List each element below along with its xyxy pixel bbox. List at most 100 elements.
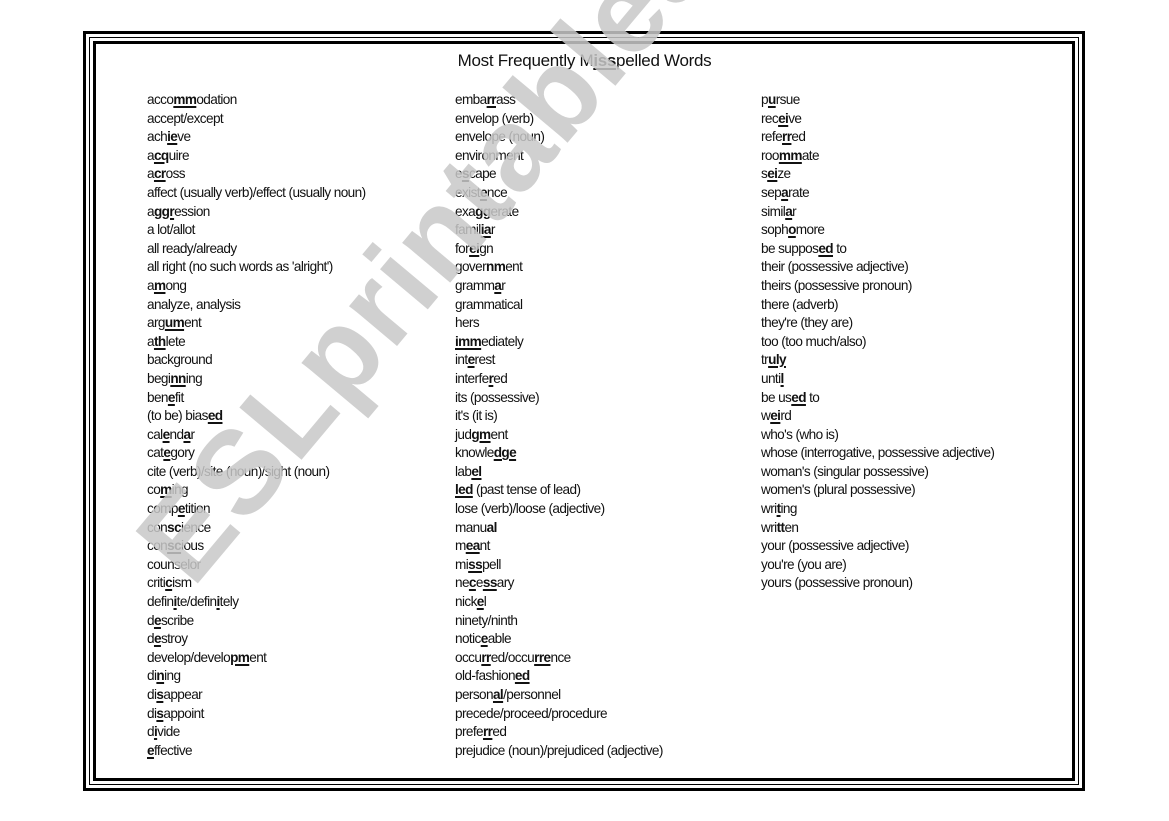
word-text: too (too much/also) (761, 333, 867, 349)
word-entry: who's (who is) (761, 426, 994, 445)
word-text: ism (172, 575, 192, 591)
word-text: r (501, 277, 506, 293)
word-entry: effective (147, 742, 366, 761)
word-text: analyze, analysis (147, 296, 241, 312)
word-entry: among (147, 277, 366, 296)
word-text: whose (interrogative, possessive adjecti… (761, 445, 995, 461)
word-entry: familiar (455, 221, 663, 240)
highlighted-letters: ei (770, 408, 781, 424)
word-text: (past tense of lead) (472, 482, 581, 498)
word-entry: writing (761, 500, 994, 519)
title-part: pelled Words (616, 51, 712, 70)
word-entry: your (possessive adjective) (761, 537, 994, 556)
word-entry: government (455, 258, 663, 277)
word-text: you're (you are) (761, 556, 847, 572)
word-text: emba (455, 92, 487, 107)
word-text: wri (761, 519, 777, 535)
word-text: manu (455, 519, 487, 535)
word-text: sep (761, 184, 782, 200)
word-text: l (483, 594, 487, 610)
word-text: r (190, 426, 195, 442)
word-text: di (147, 668, 157, 684)
word-text: ben (147, 389, 168, 405)
word-entry: achieve (147, 128, 366, 147)
word-entry: sophomore (761, 221, 994, 240)
word-text: gory (170, 445, 195, 461)
word-entry: weird (761, 407, 994, 426)
highlighted-letters: ss (468, 556, 483, 572)
word-text: tely (219, 594, 239, 610)
highlighted-letters: gm (471, 426, 491, 442)
word-text: ediately (481, 333, 524, 349)
word-text: gover (455, 259, 487, 275)
highlighted-letters: rr (482, 724, 493, 740)
highlighted-letters: ss (482, 575, 498, 591)
word-text: a (147, 166, 155, 182)
word-text: d (147, 724, 155, 740)
word-entry: affect (usually verb)/effect (usually no… (147, 184, 366, 203)
highlighted-letters: n (156, 668, 165, 684)
word-entry: personal/personnel (455, 686, 663, 705)
highlighted-letters: al (492, 687, 504, 702)
word-entry: competition (147, 500, 366, 519)
word-text: di (147, 687, 157, 702)
word-text: fit (174, 389, 184, 405)
title-highlight: iss (593, 51, 617, 70)
word-entry: calendar (147, 426, 366, 445)
word-text: a (147, 147, 155, 163)
word-entry: describe (147, 612, 366, 631)
word-text: criti (147, 575, 166, 591)
word-text: a (147, 277, 155, 293)
word-text: cat (147, 445, 164, 461)
word-text: uire (168, 147, 190, 163)
highlighted-letters: m (160, 482, 172, 498)
word-text: lab (455, 463, 472, 479)
word-text: vide (157, 724, 180, 740)
word-text: rec (761, 110, 779, 126)
word-text: who's (who is) (761, 426, 839, 442)
highlighted-letters: u (767, 92, 776, 107)
word-entry: pursue (761, 91, 994, 110)
word-entry: embarrass (455, 91, 663, 110)
word-entry: theirs (possessive pronoun) (761, 277, 994, 296)
word-text: a lot/allot (147, 222, 195, 238)
highlighted-letters: e (476, 594, 485, 610)
word-entry: prejudice (noun)/prejudiced (adjective) (455, 742, 663, 761)
word-entry: preferred (455, 723, 663, 742)
word-text: te/defin (176, 594, 217, 610)
word-text: nt (479, 538, 491, 554)
word-entry: there (adverb) (761, 296, 994, 315)
word-text: simil (761, 203, 786, 219)
highlighted-letters: th (153, 333, 166, 349)
word-entry: written (761, 519, 994, 538)
word-text: ious (181, 538, 204, 554)
highlighted-letters: ea (465, 538, 481, 554)
word-text: women's (plural possessive) (761, 482, 916, 498)
word-entry: noticeable (455, 630, 663, 649)
word-entry: they're (they are) (761, 314, 994, 333)
word-text: stroy (160, 631, 188, 647)
word-entry: definite/definitely (147, 593, 366, 612)
word-entry: existence (455, 184, 663, 203)
highlighted-letters: dge (493, 445, 517, 461)
word-text: r (792, 203, 797, 219)
word-text: ing (185, 370, 203, 386)
word-text: theirs (possessive pronoun) (761, 277, 912, 293)
word-column-1: accommodation accept/except achieve acquire… (147, 91, 366, 760)
highlighted-letters: ed (791, 389, 806, 405)
word-text: p (761, 92, 769, 107)
word-text: to (805, 389, 820, 405)
word-entry: background (147, 351, 366, 370)
word-text: appear (163, 687, 203, 702)
word-text: odation (196, 92, 237, 107)
word-entry: athlete (147, 333, 366, 352)
word-text: appoint (163, 705, 204, 721)
word-entry: accommodation (147, 91, 366, 110)
word-entry: woman's (singular possessive) (761, 463, 994, 482)
word-text: be suppos (761, 240, 819, 256)
word-text: nd (169, 426, 185, 442)
word-entry: acquire (147, 147, 366, 166)
word-column-2: embarrass envelop (verb) envelope (noun) en… (455, 91, 663, 760)
word-entry: exaggerate (455, 203, 663, 222)
word-text: be us (761, 389, 792, 405)
